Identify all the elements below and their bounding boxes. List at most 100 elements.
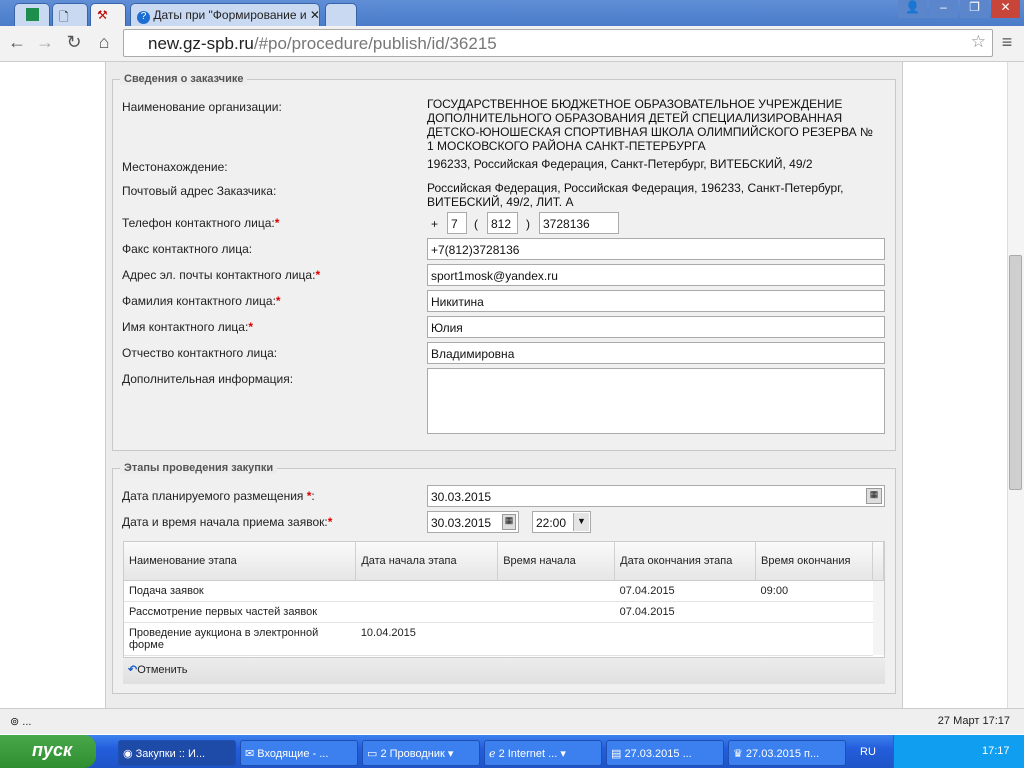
restore-icon[interactable]: ❐ [960,0,989,18]
required-mark: * [274,216,280,230]
column-header-end-date[interactable]: Дата окончания этапа [614,542,757,581]
start-label: пуск [32,740,73,760]
required-mark: * [327,515,333,529]
planned-date-input[interactable]: 30.03.2015 ▦ [427,485,885,507]
column-header-end-time[interactable]: Время окончания [755,542,873,581]
postal-value: Российская Федерация, Российская Федерац… [427,181,844,209]
table-row[interactable]: Рассмотрение первых частей заявок 07.04.2… [124,601,884,623]
cell-end-date: 07.04.2015 [614,601,756,623]
cell-start-time [497,580,615,602]
phone-number-input[interactable]: 3728136 [539,212,619,234]
home-icon[interactable]: ⌂ [93,32,115,53]
calendar-icon[interactable]: ▦ [866,488,882,504]
stages-legend: Этапы проведения закупки [120,462,278,474]
scrollbar-thumb[interactable] [1009,255,1022,490]
table-row[interactable]: Проведение аукциона в электронной форме 1… [124,622,884,656]
start-button[interactable]: пуск [0,735,96,768]
email-label: Адрес эл. почты контактного лица:* [122,268,320,282]
minimize-icon[interactable]: ‒ [929,0,958,18]
star-icon[interactable]: ☆ [971,32,986,52]
firstname-label: Имя контактного лица:* [122,320,253,334]
cell-end-date: 07.04.2015 [614,580,756,602]
tab-title: Даты при "Формирование и [153,8,307,22]
page-icon: 🗋 [59,10,69,24]
stages-table: Наименование этапа Дата начала этапа Вре… [123,541,885,658]
firstname-input[interactable]: Юлия [427,316,885,338]
cell-end-time: 09:00 [755,580,873,602]
lastname-label-text: Фамилия контактного лица: [122,294,276,308]
back-icon[interactable]: ← [6,32,28,53]
address-bar[interactable]: new.gz-spb.ru/#po/procedure/publish/id/3… [123,29,993,57]
fax-input[interactable]: +7(812)3728136 [427,238,885,260]
customer-legend: Сведения о заказчике [120,73,248,85]
phone-country-input[interactable]: 7 [447,212,467,234]
start-label: Дата и время начала приема заявок:* [122,515,332,529]
tab-blank[interactable]: 🗋 [52,3,88,26]
close-icon[interactable]: ✕ [310,8,319,22]
phone-code-input[interactable]: 812 [487,212,518,234]
phone-paren-close: ) [526,217,530,231]
user-icon[interactable]: 👤 [898,0,927,18]
calendar-icon[interactable]: ▦ [502,514,516,530]
table-row[interactable]: Подача заявок 07.04.2015 09:00 [124,580,884,602]
status-bar: ⊚ ... 27 Март 17:17 [0,708,1024,734]
email-input[interactable]: sport1mosk@yandex.ru [427,264,885,286]
new-tab-button[interactable] [325,3,357,26]
task-label: 2 Проводник [380,748,445,760]
start-time-select[interactable]: 22:00 ▼ [532,511,591,533]
required-mark: * [275,294,281,308]
column-header-start-date[interactable]: Дата начала этапа [355,542,499,581]
reload-icon[interactable]: ↻ [63,32,85,53]
task-label: 27.03.2015 п... [745,748,820,760]
middlename-input[interactable]: Владимировна [427,342,885,364]
start-date-input[interactable]: 30.03.2015 ▦ [427,511,519,533]
org-label: Наименование организации: [122,100,282,114]
column-header-start-time[interactable]: Время начала [497,542,616,581]
tab-sheets[interactable] [14,3,50,26]
extra-info-textarea[interactable] [427,368,885,434]
column-header-name[interactable]: Наименование этапа [124,542,357,581]
phone-plus: + [431,217,439,231]
required-mark: * [248,320,253,334]
cell-end-time [755,601,873,623]
status-icon: ⊚ [10,716,23,728]
tab-current[interactable]: ? Даты при "Формирование и ✕ [130,3,320,26]
start-label-text: Дата и время начала приема заявок: [122,515,328,529]
undo-icon: ↶ [128,664,138,676]
chevron-down-icon[interactable]: ▼ [573,513,589,531]
taskbar-item-ie[interactable]: ℯ 2 Internet ... ▾ [484,740,602,766]
status-datetime: 27 Март 17:17 [937,715,1010,727]
cell-start-time [497,601,615,623]
lastname-input[interactable]: Никитина [427,290,885,312]
menu-icon[interactable]: ≡ [996,32,1018,53]
taskbar-item-explorer[interactable]: ▭ 2 Проводник ▾ [362,740,480,766]
cell-start-date: 10.04.2015 [355,622,498,656]
start-time-value: 22:00 [536,516,567,530]
spreadsheet-icon [26,8,39,21]
cell-name: Рассмотрение первых частей заявок [124,601,356,623]
window-controls: 👤 ‒ ❐ ✕ [898,0,1020,18]
firstname-label-text: Имя контактного лица: [122,320,249,334]
close-window-icon[interactable]: ✕ [991,0,1020,18]
language-indicator[interactable]: RU [860,746,876,758]
gavel-icon: ⚒ [97,8,108,22]
taskbar-item-doc2[interactable]: ♛ 27.03.2015 п... [728,740,846,766]
cell-start-time [497,622,615,656]
taskbar-item-mail[interactable]: ✉ Входящие - ... [240,740,358,766]
cell-name: Подача заявок [124,580,356,602]
location-label: Местонахождение: [122,160,228,174]
url-path: /#po/procedure/publish/id/36215 [253,34,497,53]
taskbar-item-chrome[interactable]: ◉ Закупки :: И... [118,740,236,766]
tab-gavel[interactable]: ⚒ [90,3,126,26]
middlename-label: Отчество контактного лица: [122,346,278,360]
taskbar-item-doc1[interactable]: ▤ 27.03.2015 ... [606,740,724,766]
cell-end-date [614,622,756,656]
lastname-label: Фамилия контактного лица:* [122,294,281,308]
postal-label: Почтовый адрес Заказчика: [122,184,277,198]
planned-label: Дата планируемого размещения *: [122,489,315,503]
forward-icon[interactable]: → [34,32,56,53]
org-value: ГОСУДАРСТВЕННОЕ БЮДЖЕТНОЕ ОБРАЗОВАТЕЛЬНО… [427,97,873,153]
cancel-button[interactable]: ↶Отменить [123,658,885,684]
extra-label: Дополнительная информация: [122,372,294,386]
task-label: 2 Internet ... [498,748,558,760]
